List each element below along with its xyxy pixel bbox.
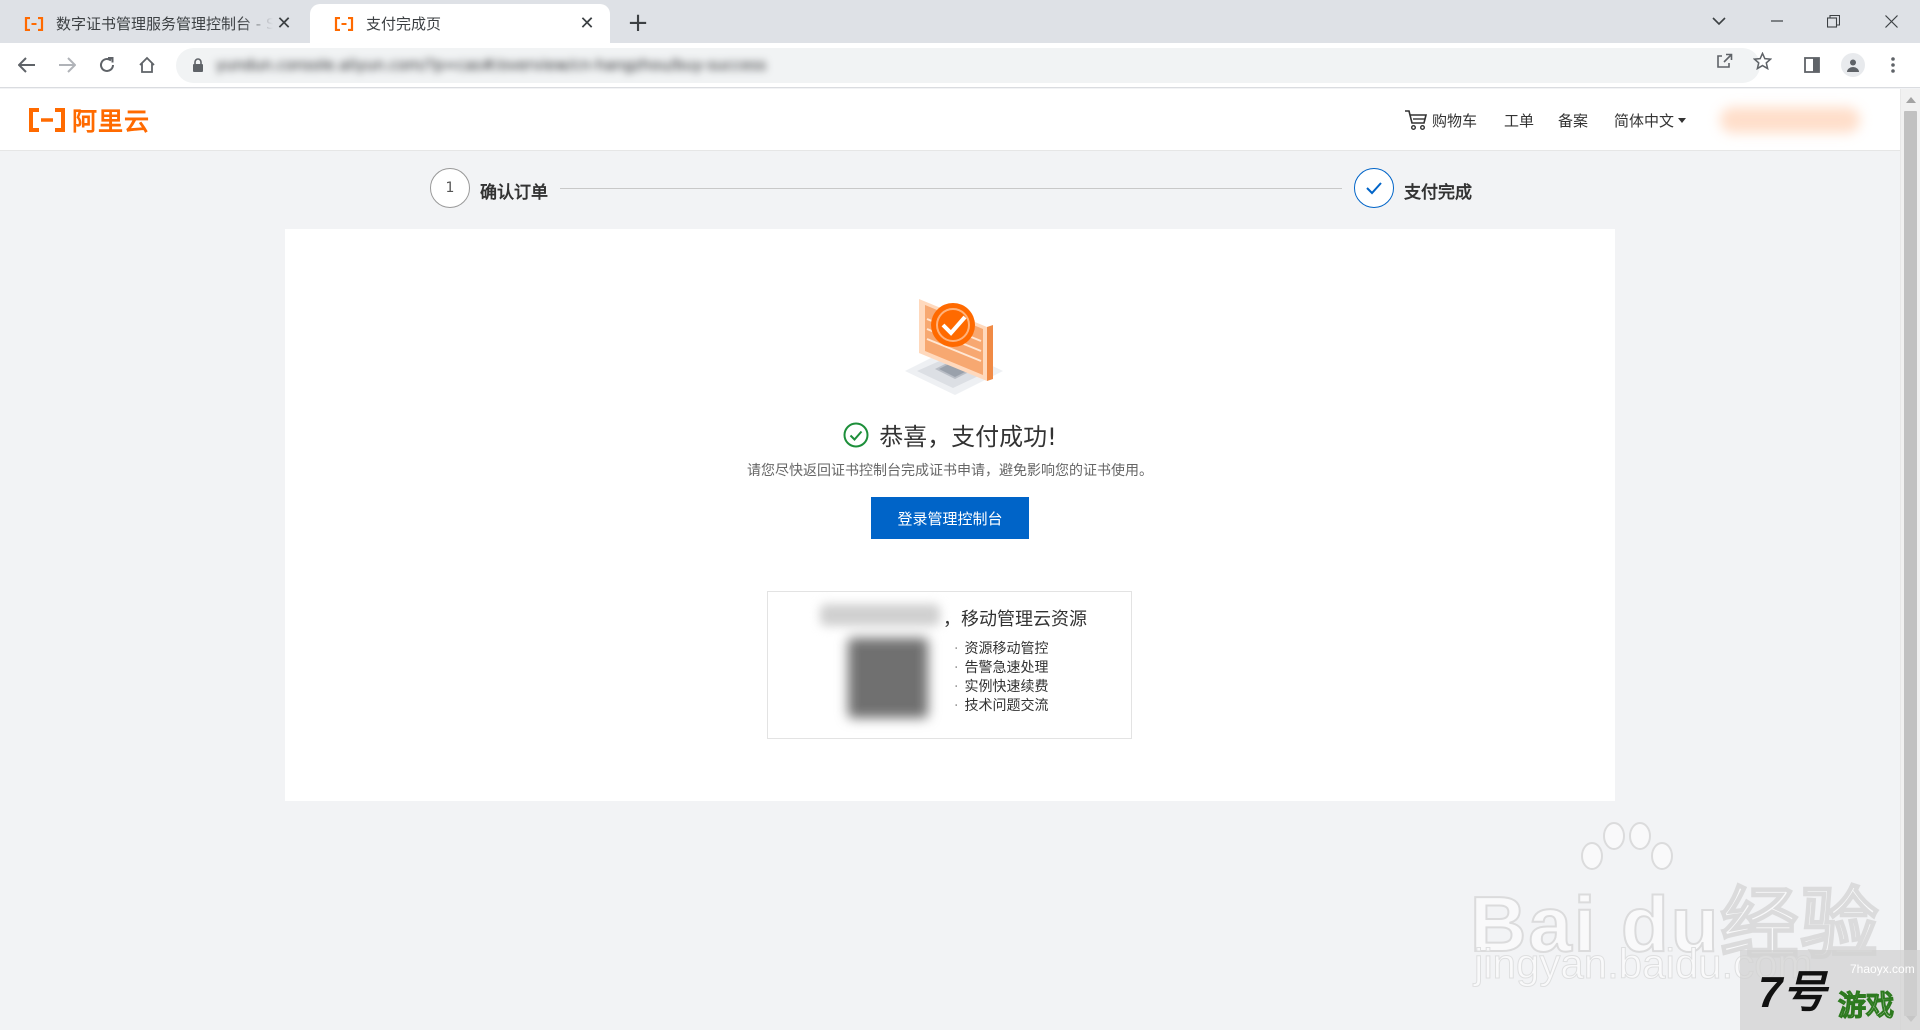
bookmark-star-icon[interactable] [1748, 50, 1776, 72]
success-description: 请您尽快返回证书控制台完成证书申请，避免影响您的证书使用。 [747, 463, 1153, 479]
step-connector-line [560, 188, 1342, 189]
aliyun-logo[interactable]: 阿里云 [28, 103, 150, 137]
aliyun-logo-icon [29, 108, 65, 132]
tab-title: 数字证书管理服务管理控制台 - SSL [56, 15, 273, 33]
list-item: · 实例快速续费 [954, 679, 1049, 695]
language-selector[interactable]: 简体中文 [1614, 89, 1687, 151]
tab-search-chevron-icon[interactable] [1702, 6, 1736, 36]
step-1-label: 确认订单 [480, 183, 548, 203]
go-to-console-button[interactable]: 登录管理控制台 [871, 497, 1029, 539]
new-tab-button[interactable]: + [624, 8, 652, 38]
success-title-text: 恭喜，支付成功! [879, 423, 1057, 451]
mobile-app-promo: ，移动管理云资源 · 资源移动管控 · 告警急速处理 · 实例快速续费 · 技术问题交流 [767, 591, 1132, 739]
tab-title: 支付完成页 [366, 15, 442, 33]
game-site-watermark: 7号 7haoyx.com 游戏 [1740, 950, 1920, 1030]
aliyun-favicon-icon [24, 16, 44, 31]
paw-icon [1581, 822, 1673, 870]
order-steps: 1 确认订单 支付完成 [430, 168, 1480, 212]
browser-tab-ssl-console[interactable]: 数字证书管理服务管理控制台 - SSL ✕ [0, 4, 307, 43]
home-icon[interactable] [132, 50, 162, 80]
page-scrollbar[interactable] [1900, 89, 1920, 1030]
ticket-label: 工单 [1504, 111, 1535, 130]
restore-window-icon[interactable] [1816, 6, 1850, 36]
mobile-promo-title: ，移动管理云资源 [943, 609, 1087, 630]
browser-tab-payment-complete[interactable]: 支付完成页 ✕ [310, 4, 610, 43]
lock-icon[interactable] [190, 57, 206, 73]
list-item: · 技术问题交流 [954, 698, 1049, 714]
game-watermark-logo: 7号 [1758, 968, 1827, 1017]
address-bar[interactable]: yundun.console.aliyun.com/?p=cas#/overvi… [176, 48, 1760, 83]
caret-down-icon [1678, 117, 1687, 123]
site-header: 阿里云 购物车 工单 备案 简体中文 [0, 89, 1900, 151]
browser-toolbar: yundun.console.aliyun.com/?p=cas#/overvi… [0, 43, 1920, 88]
browser-menu-icon[interactable] [1878, 50, 1908, 80]
success-heading: 恭喜，支付成功! [285, 417, 1615, 452]
game-watermark-name: 游戏 [1837, 989, 1895, 1023]
logo-text: 阿里云 [72, 107, 151, 136]
payment-success-illustration [905, 299, 1003, 395]
browser-tab-strip: 数字证书管理服务管理控制台 - SSL ✕ 支付完成页 ✕ + [0, 0, 1920, 43]
game-watermark-site: 7haoyx.com [1850, 962, 1915, 976]
close-tab-icon[interactable]: ✕ [273, 13, 295, 35]
list-item: · 告警急速处理 [954, 660, 1049, 676]
step-2-check-icon [1354, 168, 1394, 208]
back-arrow-icon[interactable] [12, 50, 42, 80]
aliyun-favicon-icon [334, 16, 354, 31]
qr-code-blurred [848, 638, 928, 718]
shopping-cart-icon [1405, 110, 1428, 131]
close-window-icon[interactable] [1874, 6, 1908, 36]
cart-label: 购物车 [1432, 111, 1478, 130]
success-check-icon [843, 422, 869, 447]
app-name-blurred [820, 604, 940, 626]
share-icon[interactable] [1710, 50, 1738, 72]
list-item: · 资源移动管控 [954, 641, 1049, 657]
icp-label: 备案 [1558, 111, 1589, 130]
icp-link[interactable]: 备案 [1558, 89, 1588, 151]
language-label: 简体中文 [1614, 111, 1675, 130]
step-1-circle: 1 [430, 168, 470, 208]
scrollbar-thumb[interactable] [1904, 111, 1917, 1016]
payment-success-card: 恭喜，支付成功! 请您尽快返回证书控制台完成证书申请，避免影响您的证书使用。 登… [285, 229, 1615, 801]
profile-avatar-icon[interactable] [1838, 50, 1868, 80]
address-url[interactable]: yundun.console.aliyun.com/?p=cas#/overvi… [216, 48, 766, 83]
forward-arrow-icon[interactable] [52, 50, 82, 80]
close-tab-icon[interactable]: ✕ [576, 13, 598, 35]
side-panel-icon[interactable] [1797, 50, 1827, 80]
scroll-up-arrow-icon[interactable] [1906, 97, 1916, 103]
minimize-window-icon[interactable] [1760, 6, 1794, 36]
step-2-label: 支付完成 [1404, 183, 1472, 203]
account-info-blurred[interactable] [1720, 107, 1860, 133]
reload-icon[interactable] [92, 50, 122, 80]
mobile-feature-list: · 资源移动管控 · 告警急速处理 · 实例快速续费 · 技术问题交流 [954, 640, 1048, 716]
ticket-link[interactable]: 工单 [1504, 89, 1534, 151]
cart-link[interactable]: 购物车 [1404, 89, 1477, 151]
